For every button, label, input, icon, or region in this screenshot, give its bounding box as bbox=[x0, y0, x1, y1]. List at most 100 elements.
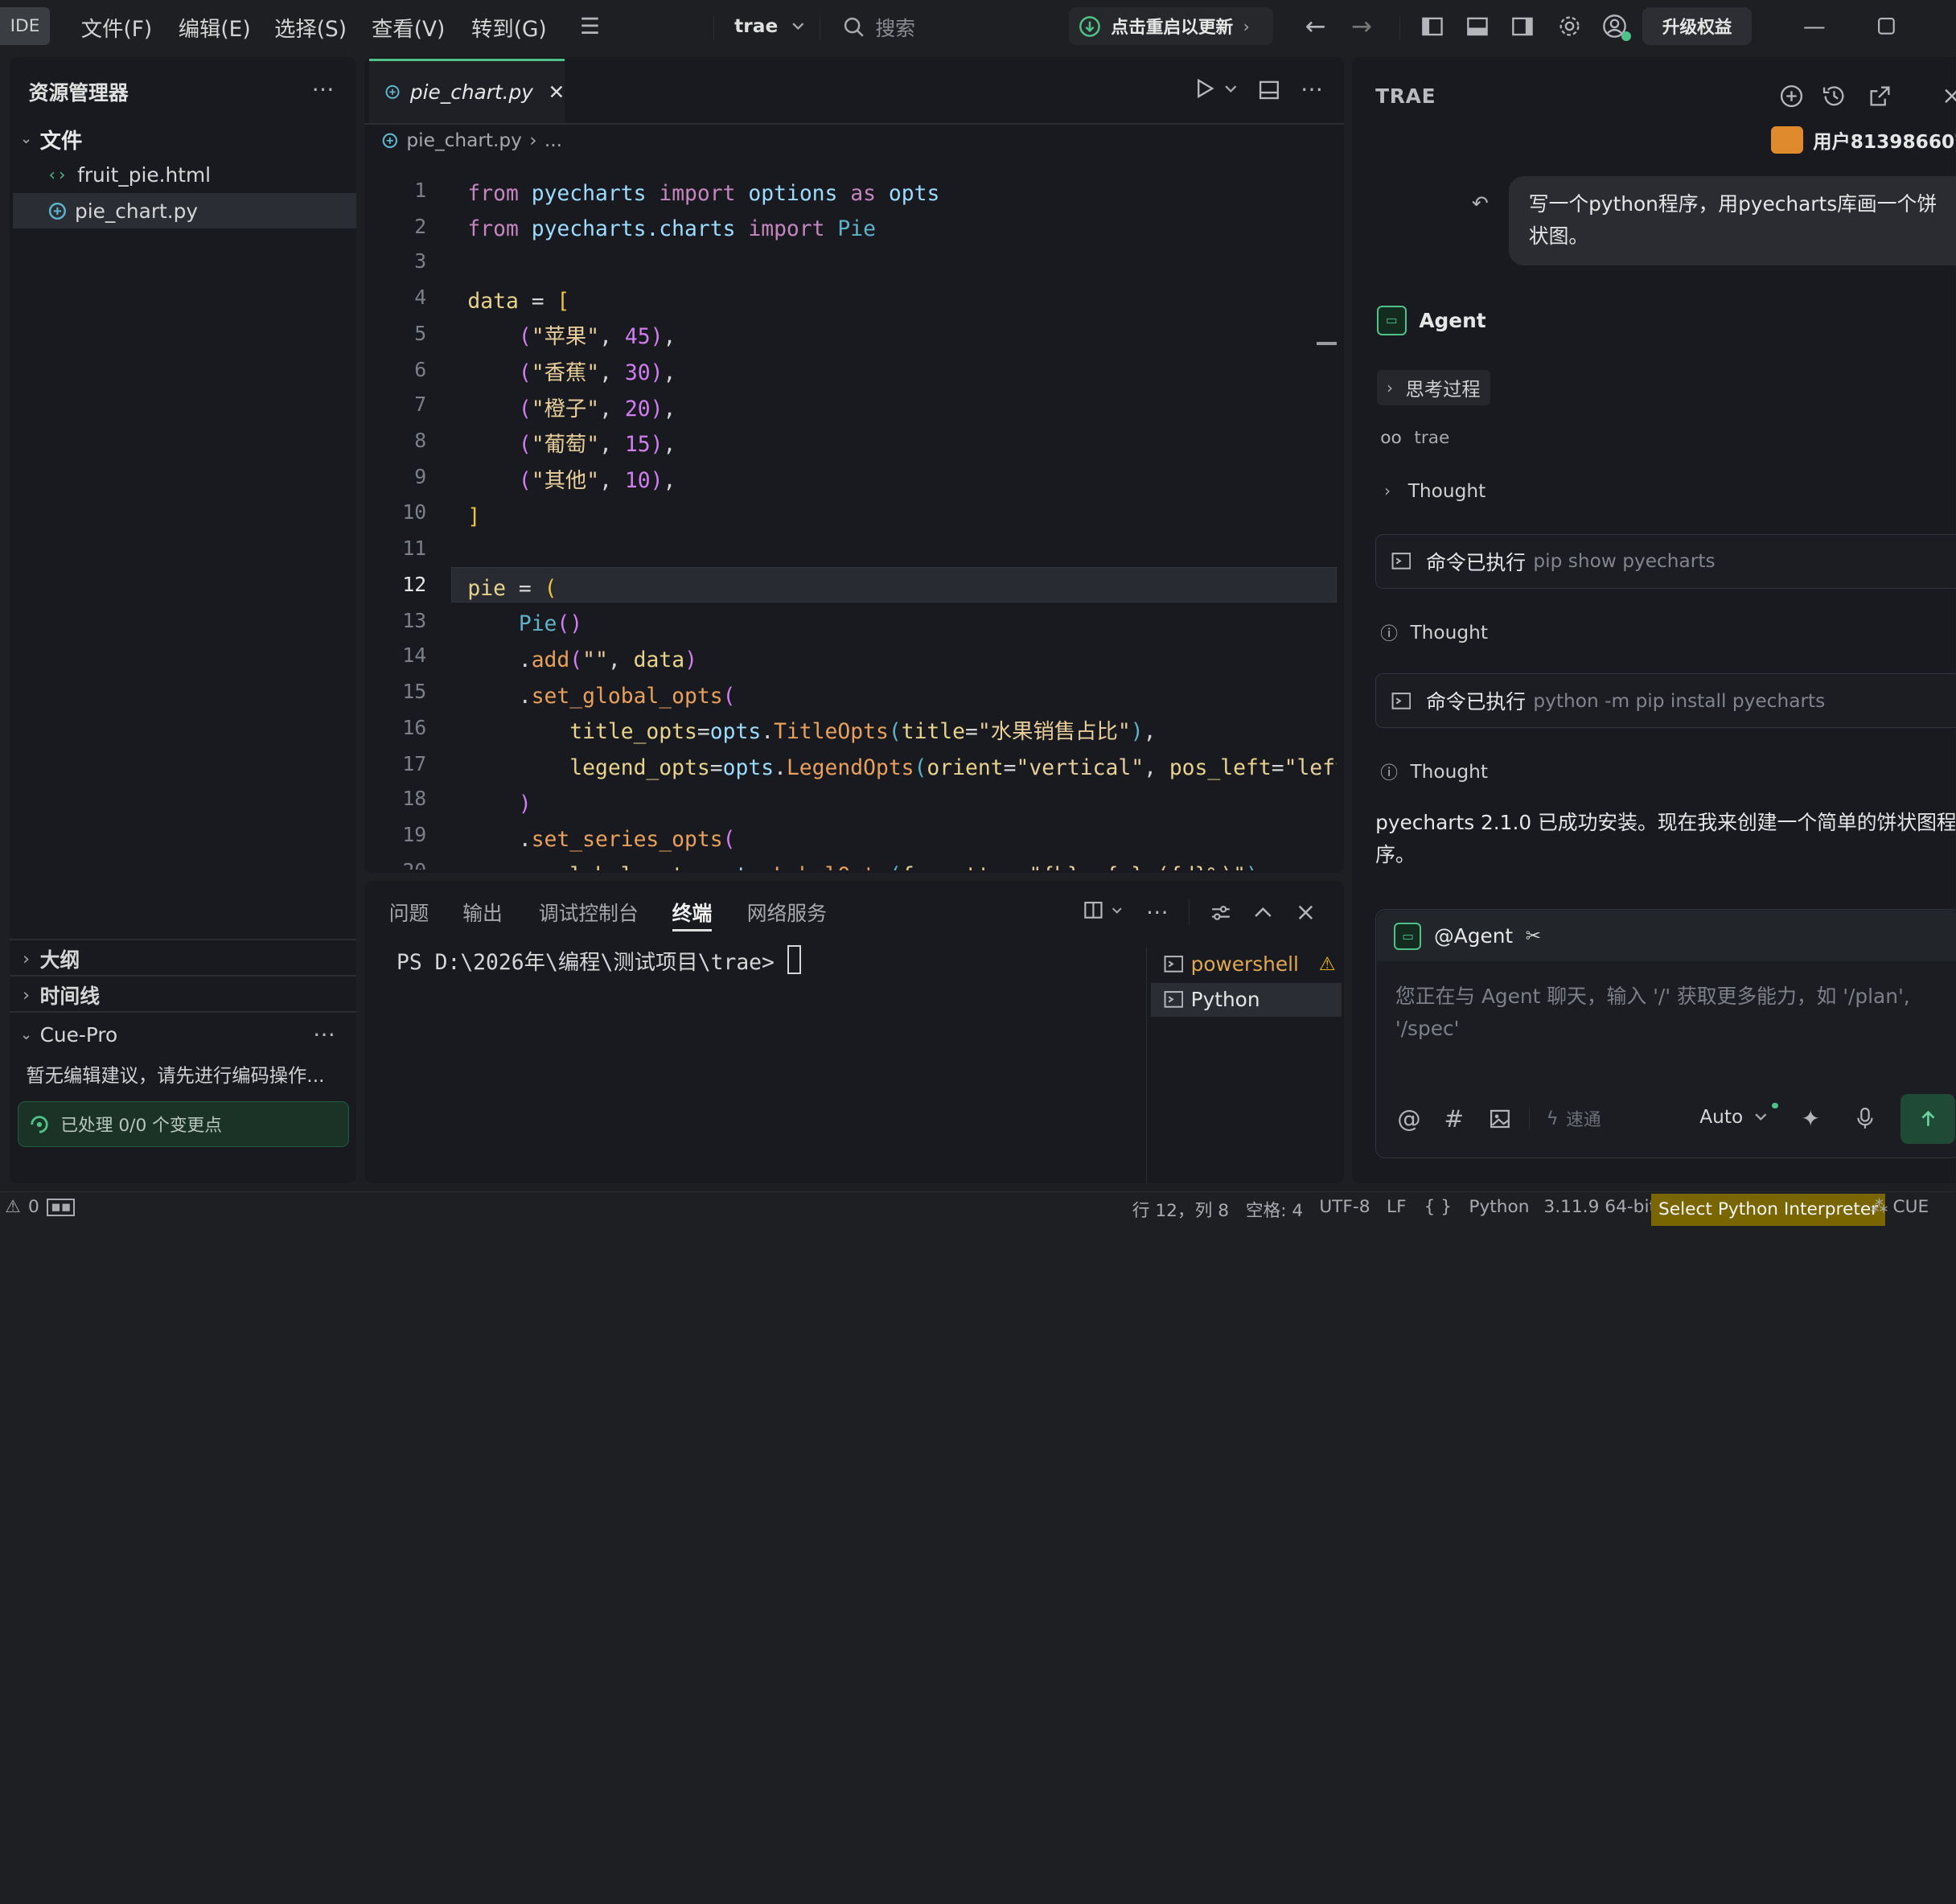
menu-edit[interactable]: 编辑(E) bbox=[179, 11, 251, 43]
split-editor-icon[interactable] bbox=[1258, 79, 1280, 101]
hash-icon[interactable]: # bbox=[1441, 1105, 1466, 1133]
tab-output[interactable]: 输出 bbox=[462, 898, 503, 927]
line-number: 10 bbox=[402, 500, 427, 524]
command-card[interactable]: 命令已执行 pip show pyecharts bbox=[1375, 533, 1956, 589]
minimap-marker[interactable] bbox=[1317, 341, 1338, 346]
split-terminal-icon bbox=[1084, 902, 1103, 919]
line-number: 15 bbox=[402, 679, 427, 703]
close-panel-icon[interactable] bbox=[1296, 903, 1316, 923]
arrow-up-icon bbox=[1921, 1111, 1934, 1126]
cue-pro-section[interactable]: ⌄ Cue-Pro bbox=[13, 1018, 357, 1052]
terminal-more-icon[interactable]: ⋯ bbox=[1142, 898, 1172, 925]
chat-input-field[interactable]: 您正在与 Agent 聊天，输入 '/' 获取更多能力，如 '/plan', '… bbox=[1395, 981, 1950, 1055]
cue-more-icon[interactable]: ⋯ bbox=[309, 1020, 339, 1047]
history-icon[interactable] bbox=[1822, 84, 1847, 109]
menu-selection[interactable]: 选择(S) bbox=[274, 11, 347, 43]
editor-tab-pie-chart[interactable]: pie_chart.py ✕ bbox=[368, 58, 565, 124]
encoding[interactable]: UTF-8 bbox=[1319, 1197, 1370, 1217]
tools-icon[interactable]: ✂ bbox=[1526, 925, 1541, 947]
explorer-more-icon[interactable]: ⋯ bbox=[308, 75, 338, 102]
file-item-pie-chart-py[interactable]: pie_chart.py bbox=[12, 193, 357, 228]
input-agent-label[interactable]: @Agent bbox=[1434, 924, 1513, 948]
maximize-panel-icon[interactable] bbox=[1253, 903, 1273, 923]
image-icon[interactable] bbox=[1489, 1108, 1511, 1130]
line-number: 9 bbox=[414, 465, 427, 489]
cue-pro-title: Cue-Pro bbox=[39, 1023, 118, 1047]
adjust-panel-icon[interactable] bbox=[1210, 902, 1232, 924]
code-area[interactable]: from pyecharts import options as opts fr… bbox=[451, 172, 1337, 871]
settings-gear-icon[interactable] bbox=[1557, 14, 1582, 39]
arrow-forward-icon[interactable]: → bbox=[1346, 12, 1376, 41]
cursor-position[interactable]: 行 12，列 8 bbox=[1132, 1197, 1229, 1222]
chevron-right-icon: › bbox=[1383, 481, 1391, 501]
problems-indicator[interactable]: ⚠ 0 ▪▪ bbox=[5, 1197, 76, 1217]
thought-step[interactable]: ⓘ Thought bbox=[1380, 620, 1488, 645]
tab-problems[interactable]: 问题 bbox=[389, 898, 429, 927]
line-number: 20 bbox=[374, 859, 426, 869]
menu-go[interactable]: 转到(G) bbox=[471, 11, 547, 43]
language-braces[interactable]: { } bbox=[1424, 1197, 1453, 1217]
speed-mode-toggle[interactable]: ϟ 速通 bbox=[1546, 1106, 1601, 1131]
agent-avatar-icon: ▭ bbox=[1394, 922, 1422, 950]
menu-view[interactable]: 查看(V) bbox=[372, 11, 445, 43]
file-item-fruit-pie-html[interactable]: ‹› fruit_pie.html bbox=[13, 157, 357, 191]
language-mode[interactable]: Python bbox=[1469, 1197, 1529, 1217]
tab-network[interactable]: 网络服务 bbox=[747, 898, 827, 927]
indent-setting[interactable]: 空格: 4 bbox=[1246, 1197, 1303, 1222]
close-chat-icon[interactable] bbox=[1943, 86, 1956, 106]
microphone-icon[interactable] bbox=[1854, 1106, 1876, 1131]
terminal-output[interactable]: PS D:\2026年\编程\测试项目\trae> bbox=[397, 944, 801, 976]
send-button[interactable] bbox=[1900, 1093, 1955, 1144]
chevron-down-icon bbox=[1225, 85, 1237, 93]
arrow-back-icon[interactable]: ← bbox=[1301, 12, 1330, 41]
thought-step[interactable]: › Thought bbox=[1384, 480, 1485, 502]
workspace-switcher[interactable]: trae bbox=[734, 15, 805, 37]
new-chat-icon[interactable] bbox=[1779, 84, 1804, 109]
mention-icon[interactable]: @ bbox=[1396, 1105, 1421, 1133]
command-card[interactable]: 命令已执行 python -m pip install pyecharts bbox=[1375, 673, 1956, 729]
line-number: 17 bbox=[402, 751, 427, 775]
maximize-icon[interactable] bbox=[1876, 16, 1896, 36]
restart-update-button[interactable]: 点击重启以更新 › bbox=[1068, 7, 1273, 45]
chevron-right-icon: › bbox=[23, 985, 30, 1005]
editor-more-icon[interactable]: ⋯ bbox=[1296, 75, 1326, 102]
line-ending[interactable]: LF bbox=[1387, 1197, 1407, 1217]
thinking-process-toggle[interactable]: › 思考过程 bbox=[1376, 370, 1490, 405]
breadcrumb-more[interactable]: ... bbox=[544, 130, 562, 151]
split-terminal-button[interactable] bbox=[1083, 900, 1124, 920]
account-icon[interactable] bbox=[1602, 14, 1631, 42]
search-box[interactable]: 搜索 bbox=[843, 13, 915, 42]
toggle-left-panel-icon[interactable] bbox=[1421, 15, 1444, 38]
thought-step[interactable]: ⓘ Thought bbox=[1380, 759, 1488, 784]
minimize-icon[interactable]: — bbox=[1799, 13, 1829, 40]
chat-input-placeholder: 您正在与 Agent 聊天，输入 '/' 获取更多能力，如 '/plan', '… bbox=[1395, 984, 1910, 1040]
line-number: 19 bbox=[402, 823, 427, 847]
hamburger-menu-icon[interactable]: ☰ bbox=[576, 13, 603, 40]
timeline-section[interactable]: › 时间线 bbox=[13, 978, 357, 1013]
terminal-list-python[interactable]: Python bbox=[1151, 982, 1342, 1017]
folder-row[interactable]: ⌄ 文件 bbox=[13, 121, 357, 155]
close-tab-icon[interactable]: ✕ bbox=[549, 80, 565, 104]
menu-file[interactable]: 文件(F) bbox=[81, 11, 152, 43]
cue-status[interactable]: ⁂ CUE bbox=[1871, 1197, 1929, 1217]
upgrade-button[interactable]: 升级权益 bbox=[1642, 7, 1753, 45]
model-selector[interactable]: Auto bbox=[1699, 1102, 1778, 1128]
open-external-icon[interactable] bbox=[1868, 84, 1892, 109]
toggle-right-panel-icon[interactable] bbox=[1511, 15, 1534, 38]
sparkle-icon[interactable]: ✦ bbox=[1797, 1105, 1824, 1133]
terminal-list-powershell[interactable]: powershell ⚠ bbox=[1151, 948, 1342, 980]
python-version[interactable]: 3.11.9 64-bit bbox=[1543, 1197, 1656, 1217]
tab-debug-console[interactable]: 调试控制台 bbox=[539, 898, 639, 927]
ide-badge[interactable]: IDE bbox=[0, 7, 51, 45]
cue-hint-text: 暂无编辑建议，请先进行编码操作... bbox=[26, 1064, 325, 1087]
undo-icon[interactable]: ↶ bbox=[1466, 190, 1494, 217]
line-number: 3 bbox=[414, 249, 427, 273]
tab-terminal[interactable]: 终端 bbox=[672, 898, 713, 927]
select-interpreter-button[interactable]: Select Python Interpreter bbox=[1650, 1193, 1886, 1227]
outline-section[interactable]: › 大纲 bbox=[13, 942, 357, 977]
breadcrumb-file[interactable]: pie_chart.py bbox=[406, 130, 522, 151]
folder-name: 文件 bbox=[39, 129, 83, 154]
command-text: pip show pyecharts bbox=[1533, 550, 1716, 573]
toggle-bottom-panel-icon[interactable] bbox=[1466, 15, 1489, 38]
run-button[interactable] bbox=[1194, 77, 1239, 100]
